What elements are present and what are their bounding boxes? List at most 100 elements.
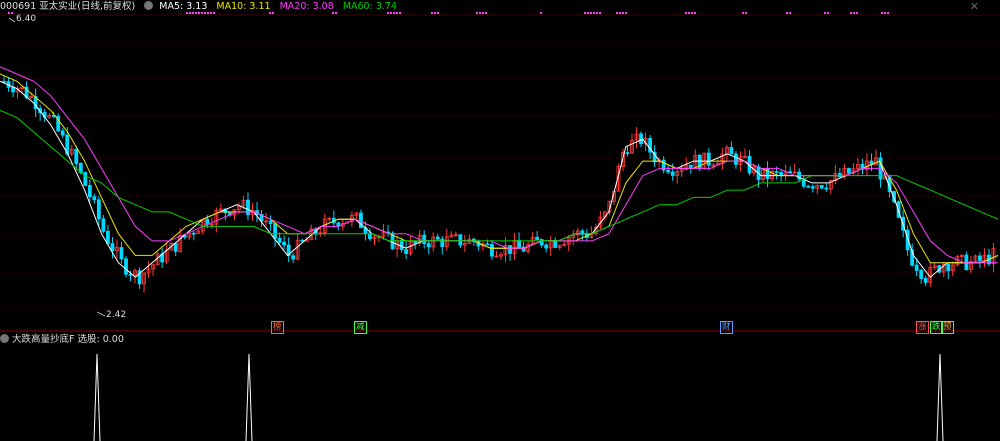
- signal-dot: [742, 12, 744, 14]
- signal-dot: [850, 12, 852, 14]
- chart-header: 000691 亚太实业(日线,前复权) MA5: 3.13 MA10: 3.11…: [0, 0, 403, 14]
- candle-body: [697, 154, 702, 170]
- candle-body: [819, 185, 824, 189]
- signal-dot: [485, 12, 487, 14]
- signal-dot: [593, 12, 595, 14]
- candle-body: [101, 218, 106, 232]
- candle-body: [688, 164, 693, 168]
- signal-dot: [540, 12, 542, 14]
- event-tag-cai[interactable]: 财: [720, 321, 733, 334]
- candle-body: [413, 241, 418, 244]
- indicator-spike: [93, 353, 101, 441]
- signal-dot: [437, 12, 439, 14]
- candle-body: [268, 220, 273, 224]
- candle-body: [535, 236, 540, 240]
- ma20-label: MA20: 3.08: [279, 1, 334, 12]
- candle-body: [914, 264, 919, 271]
- ma-toggle-icon[interactable]: [144, 1, 154, 10]
- signal-dot: [884, 12, 886, 14]
- candle-body: [74, 148, 79, 164]
- signal-dot: [856, 12, 858, 14]
- event-tag-yu[interactable]: 预: [941, 321, 954, 334]
- signal-dot: [887, 12, 889, 14]
- signal-dot: [599, 12, 601, 14]
- candle-body: [435, 236, 440, 240]
- candle-body: [426, 243, 431, 248]
- signal-dot: [479, 12, 481, 14]
- candle-body: [246, 199, 250, 216]
- indicator-header: 大跌高量抄底F 选股: 0.00: [0, 333, 124, 347]
- price-low-value: 2.42: [106, 310, 127, 320]
- price-high-label: 6.40: [16, 14, 36, 24]
- signal-dot: [853, 12, 855, 14]
- candle-body: [399, 240, 404, 251]
- candle-body: [824, 187, 829, 190]
- candle-body: [11, 86, 15, 93]
- candle-body: [490, 243, 494, 257]
- signal-dot: [590, 12, 592, 14]
- signal-dot: [434, 12, 436, 14]
- candle-body: [919, 270, 924, 279]
- low-marker: [96, 311, 106, 317]
- signal-dot: [685, 12, 687, 14]
- candle-body: [837, 172, 842, 178]
- candle-body: [553, 240, 558, 248]
- candle-body: [774, 171, 779, 173]
- price-high-value: 6.40: [16, 14, 37, 24]
- candle-body: [282, 241, 287, 246]
- candle-body: [508, 245, 512, 254]
- candle-body: [734, 153, 738, 165]
- signal-dot: [786, 12, 788, 14]
- signal-dot: [694, 12, 696, 14]
- candle-body: [810, 186, 815, 189]
- candle-body: [83, 172, 88, 186]
- candle-body: [729, 147, 734, 155]
- ma60-label: MA60: 3.74: [342, 1, 397, 12]
- candle-body: [92, 196, 97, 201]
- close-icon[interactable]: ✕: [970, 0, 979, 14]
- signal-dot: [745, 12, 747, 14]
- candle-body: [779, 171, 784, 176]
- candle-body: [670, 171, 675, 176]
- signal-dot: [881, 12, 883, 14]
- ma10-label: MA10: 3.11: [216, 1, 271, 12]
- signal-dot: [688, 12, 690, 14]
- signal-dot: [587, 12, 589, 14]
- candle-body: [300, 239, 305, 242]
- event-tag-zhang[interactable]: 涨: [916, 321, 929, 334]
- event-tag-bang[interactable]: 榜: [271, 321, 284, 334]
- signal-dot: [431, 12, 433, 14]
- stock-chart[interactable]: [0, 0, 1000, 441]
- candle-body: [119, 247, 124, 260]
- candle-body: [404, 249, 409, 254]
- candle-body: [639, 133, 643, 145]
- indicator-spike: [936, 353, 944, 441]
- candle-body: [706, 152, 711, 166]
- high-marker: [8, 17, 16, 23]
- signal-dot: [622, 12, 624, 14]
- candle-body: [440, 238, 445, 248]
- stock-title[interactable]: 000691 亚太实业(日线,前复权): [0, 1, 135, 12]
- candle-body: [106, 230, 110, 244]
- indicator-toggle-icon[interactable]: [0, 334, 9, 343]
- signal-dot: [584, 12, 586, 14]
- signal-dot: [827, 12, 829, 14]
- event-tag-jian[interactable]: 减: [354, 321, 367, 334]
- candle-body: [539, 239, 544, 246]
- candle-body: [96, 199, 101, 220]
- candle-body: [847, 167, 851, 174]
- signal-dot: [625, 12, 627, 14]
- signal-dot: [619, 12, 621, 14]
- price-low-label: 2.42: [106, 310, 126, 320]
- indicator-spike: [245, 353, 253, 441]
- candle-body: [544, 244, 549, 249]
- candle-body: [422, 234, 427, 244]
- signal-dot: [616, 12, 618, 14]
- candle-body: [765, 168, 770, 179]
- candle-body: [60, 130, 65, 136]
- candle-body: [87, 185, 92, 198]
- candle-body: [277, 237, 282, 243]
- signal-dot: [789, 12, 791, 14]
- candle-body: [173, 242, 178, 252]
- candle-body: [124, 258, 128, 275]
